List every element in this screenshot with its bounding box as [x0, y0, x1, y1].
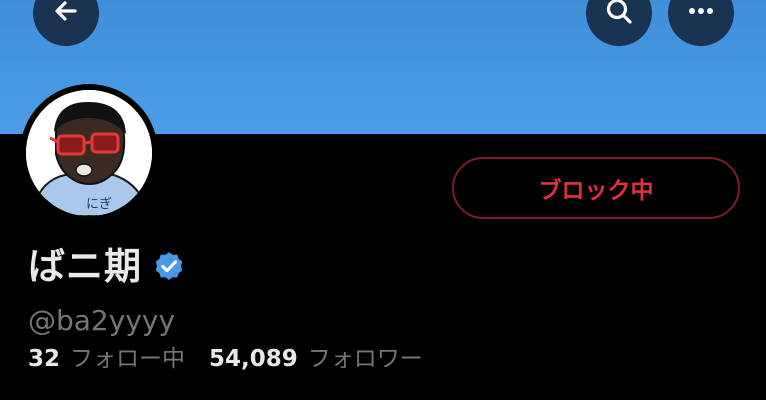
more-options-icon: [686, 0, 716, 30]
avatar: にぎ: [26, 90, 152, 216]
followers-count: 54,089: [209, 346, 298, 372]
follow-stats: 32 フォロー中 54,089 フォロワー: [28, 344, 423, 374]
avatar-illustration: にぎ: [26, 90, 152, 216]
profile-screen: にぎ ブロック中 ばニ期 @ba2yyyy 32 フォロー中 54,089 フォロワ…: [0, 0, 766, 400]
name-row: ばニ期: [28, 244, 186, 290]
back-arrow-icon: [51, 0, 81, 30]
profile-handle: @ba2yyyy: [28, 304, 176, 337]
verified-badge-icon[interactable]: [152, 250, 186, 284]
avatar-frame[interactable]: にぎ: [20, 84, 158, 222]
svg-text:にぎ: にぎ: [86, 197, 112, 212]
following-link[interactable]: 32 フォロー中: [28, 344, 185, 374]
following-count: 32: [28, 346, 61, 372]
blocking-button[interactable]: ブロック中: [452, 157, 740, 219]
display-name: ばニ期: [28, 245, 142, 288]
search-icon: [604, 0, 634, 30]
followers-link[interactable]: 54,089 フォロワー: [209, 344, 423, 374]
followers-label: フォロワー: [307, 346, 423, 372]
following-label: フォロー中: [70, 346, 186, 372]
blocking-button-label: ブロック中: [538, 178, 654, 204]
